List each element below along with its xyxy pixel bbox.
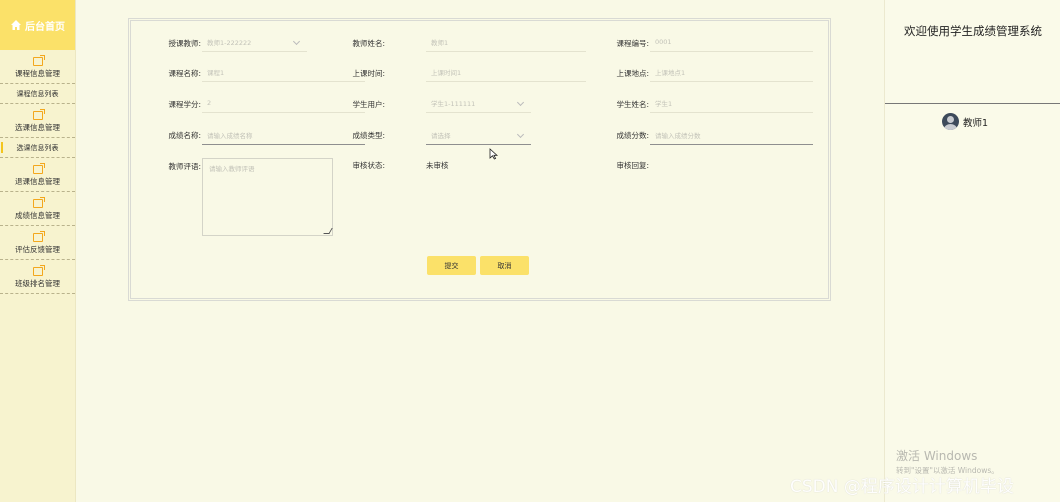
home-icon — [11, 20, 21, 30]
teacher-account-select[interactable]: 教师1-222222 — [202, 32, 307, 52]
student-name-field[interactable]: 学生1 — [650, 93, 813, 113]
sidebar: 后台首页 课程信息管理 课程信息列表 选课信息管理 选课信息列表 退课信息管理 … — [0, 0, 76, 502]
folder-icon — [32, 108, 45, 120]
username: 教师1 — [963, 117, 989, 129]
menu-group-score: 成绩信息管理 — [0, 192, 75, 226]
folder-icon — [32, 264, 45, 276]
menu-label: 班级排名管理 — [15, 278, 60, 288]
menu-label: 评估反馈管理 — [15, 244, 60, 254]
score-type-select[interactable]: 请选择 — [426, 125, 531, 145]
course-no-field[interactable]: 0001 — [650, 32, 813, 52]
student-name-label: 学生姓名: — [616, 100, 649, 109]
class-place-field[interactable]: 上课地点1 — [650, 62, 813, 82]
comment-label: 教师评语: — [168, 162, 201, 171]
student-user-select[interactable]: 学生1-111111 — [426, 93, 531, 113]
welcome-title: 欢迎使用学生成绩管理系统 — [904, 24, 1042, 38]
teacher-account-value: 教师1-222222 — [207, 38, 252, 47]
menu-group-feedback: 评估反馈管理 — [0, 226, 75, 260]
score-value-input[interactable]: 请输入成绩分数 — [650, 125, 813, 145]
comment-textarea[interactable]: 请输入教师评语 — [202, 158, 333, 236]
menu-label: 成绩信息管理 — [15, 210, 60, 220]
student-user-label: 学生用户: — [352, 100, 385, 109]
mouse-cursor-icon — [489, 148, 499, 160]
course-name-label: 课程名称: — [168, 69, 201, 78]
activation-title: 激活 Windows — [896, 449, 978, 463]
comment-placeholder: 请输入教师评语 — [209, 165, 255, 173]
cancel-button[interactable]: 取消 — [480, 256, 529, 275]
audit-reply-label: 审核回复: — [616, 161, 649, 170]
chevron-down-icon — [292, 37, 301, 46]
menu-label: 退课信息管理 — [15, 176, 60, 186]
class-place-label: 上课地点: — [616, 69, 649, 78]
avatar — [942, 113, 959, 130]
sub-selection-list[interactable]: 选课信息列表 — [0, 137, 75, 157]
class-time-field[interactable]: 上课时间1 — [426, 62, 586, 82]
score-name-label: 成绩名称: — [168, 131, 201, 140]
menu-feedback[interactable]: 评估反馈管理 — [0, 226, 75, 259]
menu-selection-info[interactable]: 选课信息管理 — [0, 104, 75, 137]
home-label: 后台首页 — [25, 21, 65, 33]
student-user-value: 学生1-111111 — [431, 99, 476, 108]
score-form: 授课教师: 教师1-222222 教师姓名: 教师1 课程编号: 0001 课程… — [128, 18, 831, 301]
home-button[interactable]: 后台首页 — [0, 0, 75, 50]
watermark: CSDN @程序设计计算机毕设 — [790, 477, 1014, 497]
chevron-down-icon — [516, 130, 525, 139]
teacher-name-label: 教师姓名: — [352, 39, 385, 48]
menu-group-drop: 退课信息管理 — [0, 158, 75, 192]
submit-button[interactable]: 提交 — [427, 256, 476, 275]
resize-handle-icon[interactable] — [323, 228, 333, 234]
menu-score-info[interactable]: 成绩信息管理 — [0, 192, 75, 225]
menu-class-ranking[interactable]: 班级排名管理 — [0, 260, 75, 293]
menu-drop-info[interactable]: 退课信息管理 — [0, 158, 75, 191]
audit-status-value: 未审核 — [426, 161, 449, 170]
menu-label: 课程信息管理 — [15, 68, 60, 78]
menu-group-ranking: 班级排名管理 — [0, 260, 75, 294]
user-info[interactable]: 教师1 — [942, 113, 988, 130]
folder-icon — [32, 162, 45, 174]
class-time-label: 上课时间: — [352, 69, 385, 78]
right-panel: 欢迎使用学生成绩管理系统 教师1 激活 Windows 转到"设置"以激活 Wi… — [884, 0, 1060, 502]
course-no-label: 课程编号: — [616, 39, 649, 48]
score-value-label: 成绩分数: — [616, 131, 649, 140]
teacher-account-label: 授课教师: — [168, 39, 201, 48]
menu-label: 选课信息管理 — [15, 122, 60, 132]
score-type-label: 成绩类型: — [352, 131, 385, 140]
sub-course-list[interactable]: 课程信息列表 — [0, 83, 75, 103]
credit-label: 课程学分: — [168, 100, 201, 109]
folder-icon — [32, 54, 45, 66]
chevron-down-icon — [516, 98, 525, 107]
menu-course-info[interactable]: 课程信息管理 — [0, 50, 75, 83]
teacher-name-field[interactable]: 教师1 — [426, 32, 586, 52]
divider — [885, 103, 1060, 104]
menu-group-course: 课程信息管理 课程信息列表 — [0, 50, 75, 104]
score-type-placeholder: 请选择 — [431, 131, 451, 140]
menu-group-selection: 选课信息管理 选课信息列表 — [0, 104, 75, 158]
audit-status-label: 审核状态: — [352, 161, 385, 170]
folder-icon — [32, 196, 45, 208]
folder-icon — [32, 230, 45, 242]
